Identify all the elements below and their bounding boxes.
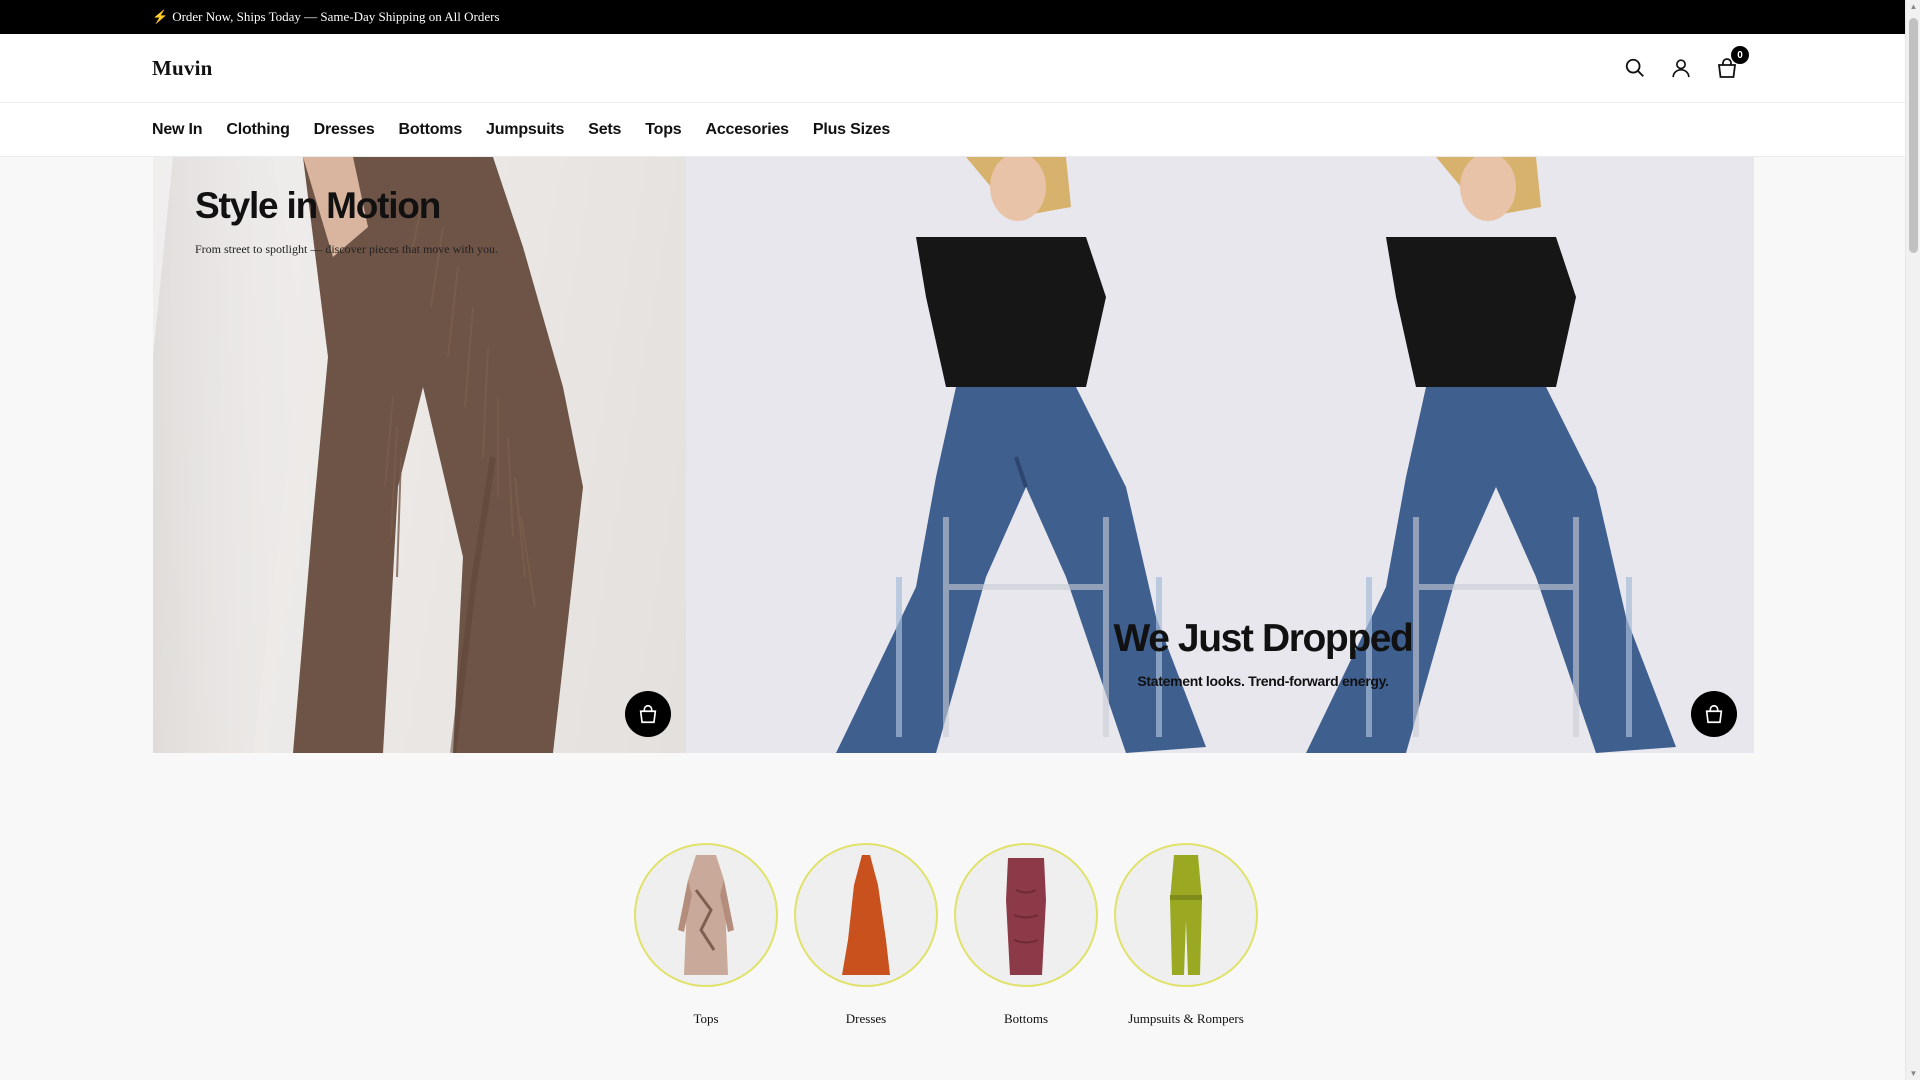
header-icons: 0 [1623,46,1753,80]
shopping-bag-icon [639,704,657,724]
nav-tops[interactable]: Tops [645,121,681,139]
hero-left-shop-button[interactable] [625,691,671,737]
announcement-text: Order Now, Ships Today — Same-Day Shippi… [172,9,500,24]
category-bottoms[interactable]: Bottoms [954,843,1098,1027]
nav-jumpsuits[interactable]: Jumpsuits [486,121,564,139]
tops-thumbnail [678,855,734,975]
nav-sets[interactable]: Sets [588,121,621,139]
shopping-bag-icon [1705,704,1723,724]
main-nav: New In Clothing Dresses Bottoms Jumpsuit… [0,103,1905,157]
hero-right-title: We Just Dropped [1113,617,1414,660]
category-bottoms-image [954,843,1098,987]
category-jumpsuits-image [1114,843,1258,987]
hero-right-subtitle: Statement looks. Trend-forward energy. [1137,673,1389,689]
nav-bottoms[interactable]: Bottoms [399,121,463,139]
category-tops-label: Tops [693,1011,719,1026]
category-jumpsuits-rompers[interactable]: Jumpsuits & Rompers [1114,843,1258,1027]
scrollbar-thumb[interactable] [1909,18,1918,253]
scrollbar[interactable]: ▲ ▼ [1905,0,1920,1080]
category-list: Tops Dresses Bottoms Jumpsuits & Rompers [634,843,1258,1027]
category-jumpsuits-label: Jumpsuits & Rompers [1128,1011,1244,1026]
category-tops-image [634,843,778,987]
hero-banner: Style in Motion From street to spotlight… [153,157,1754,753]
nav-dresses[interactable]: Dresses [314,121,375,139]
announcement-bar: ⚡ Order Now, Ships Today — Same-Day Ship… [0,0,1905,34]
bottoms-thumbnail [1006,858,1046,975]
nav-plus-sizes[interactable]: Plus Sizes [813,121,890,139]
lightning-icon: ⚡ [152,9,169,24]
site-header: Muvin 0 [0,34,1905,103]
account-icon[interactable] [1669,56,1693,80]
category-bottoms-label: Bottoms [1003,1011,1049,1026]
dresses-thumbnail [842,855,890,975]
hero-right-shop-button[interactable] [1691,691,1737,737]
category-tops[interactable]: Tops [634,843,778,1027]
nav-accesories[interactable]: Accesories [705,121,789,139]
hero-left-title: Style in Motion [195,185,441,226]
scroll-down-icon[interactable]: ▼ [1909,1069,1918,1078]
site-logo[interactable]: Muvin [152,56,213,81]
search-icon[interactable] [1623,56,1647,80]
hero-panel-left[interactable]: Style in Motion From street to spotlight… [153,157,686,753]
hero-left-subtitle: From street to spotlight — discover piec… [195,242,498,256]
cart-count-badge: 0 [1731,46,1749,64]
nav-clothing[interactable]: Clothing [226,121,289,139]
hero-panel-right[interactable]: We Just Dropped Statement looks. Trend-f… [686,157,1754,753]
scroll-up-icon[interactable]: ▲ [1909,2,1918,11]
jumpsuits-thumbnail [1170,855,1202,975]
cart-icon[interactable]: 0 [1715,46,1749,80]
category-dresses[interactable]: Dresses [794,843,938,1027]
category-dresses-image [794,843,938,987]
denim-models-image [836,157,1676,753]
category-dresses-label: Dresses [845,1011,887,1026]
nav-new-in[interactable]: New In [152,121,203,139]
